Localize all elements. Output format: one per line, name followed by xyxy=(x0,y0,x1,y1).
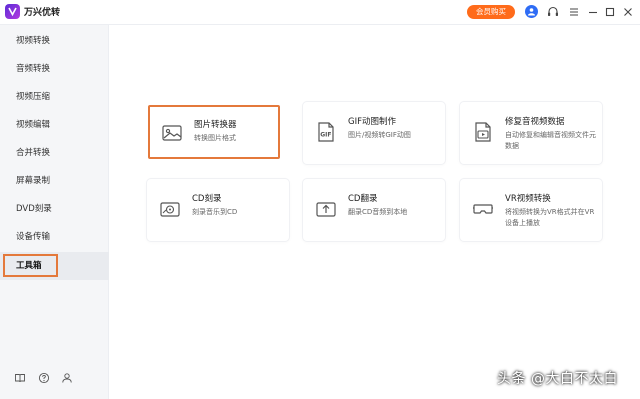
book-guide-icon[interactable] xyxy=(14,372,26,384)
tool-title: GIF动图制作 xyxy=(348,117,396,127)
tool-description: 刻录音乐到CD xyxy=(192,208,238,216)
headset-support-icon[interactable] xyxy=(546,5,560,19)
video-metadata-icon xyxy=(475,122,491,142)
app-logo-icon xyxy=(5,4,20,19)
close-icon[interactable] xyxy=(621,5,635,19)
app-title: 万兴优转 xyxy=(24,8,61,18)
tool-card-image-converter[interactable]: 图片转换器 转换图片格式 xyxy=(148,105,280,159)
sidebar-item-audio-convert[interactable]: 音频转换 xyxy=(0,55,109,83)
help-icon[interactable] xyxy=(38,372,50,384)
tool-description: 将视频转换为VR格式并在VR设备上播放 xyxy=(505,208,595,227)
sidebar-item-video-convert[interactable]: 视频转换 xyxy=(0,27,109,55)
tool-title: CD刻录 xyxy=(192,194,222,204)
tool-title: VR视频转换 xyxy=(505,194,551,204)
sidebar-item-merge[interactable]: 合并转换 xyxy=(0,139,109,167)
tool-title: 修复音视频数据 xyxy=(505,117,565,127)
sidebar-item-video-compress[interactable]: 视频压缩 xyxy=(0,83,109,111)
toolbox-panel: 图片转换器 转换图片格式 GIF GIF动图制作 图片/视频转GIF动图 修复音… xyxy=(110,25,640,399)
sidebar-item-screen-record[interactable]: 屏幕录制 xyxy=(0,167,109,195)
sidebar-item-device-transfer[interactable]: 设备传输 xyxy=(0,223,109,251)
image-icon xyxy=(162,125,182,141)
sidebar-item-video-edit[interactable]: 视频编辑 xyxy=(0,111,109,139)
cd-rip-icon xyxy=(316,202,336,217)
sidebar-item-dvd-burn[interactable]: DVD刻录 xyxy=(0,195,109,223)
gif-icon: GIF xyxy=(318,122,334,142)
sidebar: 视频转换 音频转换 视频压缩 视频编辑 合并转换 屏幕录制 DVD刻录 设备传输… xyxy=(0,25,109,399)
tool-description: 翻录CD音频到本地 xyxy=(348,208,408,216)
tool-card-metadata-repair[interactable]: 修复音视频数据 自动修复和编辑音视频文件元数据 xyxy=(460,102,602,164)
cd-burn-icon xyxy=(160,202,180,217)
maximize-icon[interactable] xyxy=(603,5,617,19)
tool-description: 图片/视频转GIF动图 xyxy=(348,131,411,139)
vip-purchase-button[interactable]: 会员购买 xyxy=(467,5,515,19)
watermark-text: 头条 @大白不太白 xyxy=(497,371,618,387)
svg-text:GIF: GIF xyxy=(320,132,331,139)
tool-description: 自动修复和编辑音视频文件元数据 xyxy=(505,131,596,150)
title-bar: 万兴优转 会员购买 xyxy=(0,0,640,25)
user-avatar-icon[interactable] xyxy=(525,5,538,18)
vr-headset-icon xyxy=(473,204,493,214)
tool-description: 转换图片格式 xyxy=(194,134,236,142)
tool-card-cd-burn[interactable]: CD刻录 刻录音乐到CD xyxy=(147,179,289,241)
tool-card-gif-maker[interactable]: GIF GIF动图制作 图片/视频转GIF动图 xyxy=(303,102,445,164)
minimize-icon[interactable] xyxy=(586,5,600,19)
tool-card-vr-converter[interactable]: VR视频转换 将视频转换为VR格式并在VR设备上播放 xyxy=(460,179,602,241)
account-icon[interactable] xyxy=(61,372,73,384)
menu-icon[interactable] xyxy=(567,5,581,19)
toolbox-highlight-frame xyxy=(3,254,58,277)
tool-title: 图片转换器 xyxy=(194,120,237,130)
tool-card-cd-rip[interactable]: CD翻录 翻录CD音频到本地 xyxy=(303,179,445,241)
tool-title: CD翻录 xyxy=(348,194,378,204)
